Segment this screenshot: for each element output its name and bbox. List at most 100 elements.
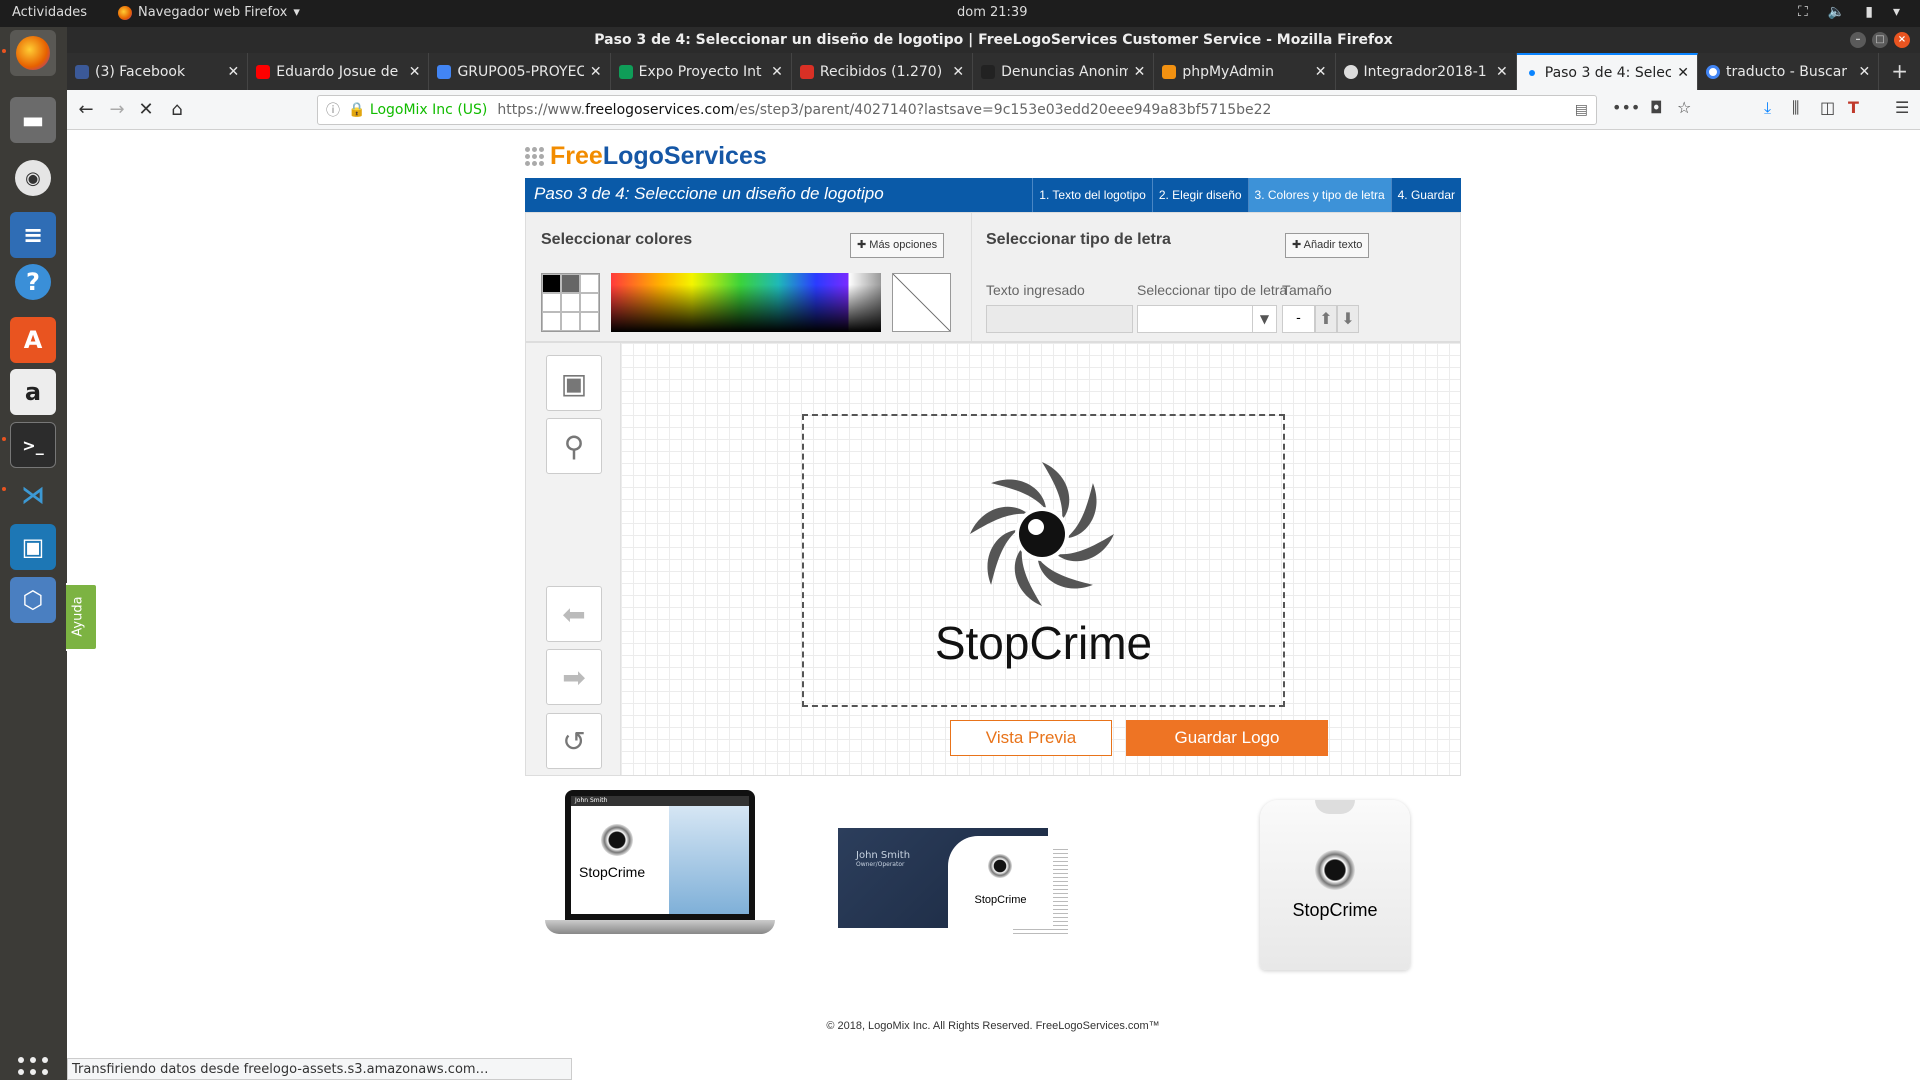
vscode-launcher[interactable]: ⋊ [10, 472, 56, 518]
url-bar[interactable]: ⓘ 🔒 LogoMix Inc (US) https://www.freelog… [317, 95, 1597, 125]
page-content: FreeLogoServices Paso 3 de 4: Seleccione… [67, 130, 1920, 1058]
reader-view-icon[interactable]: ▤ [1575, 102, 1588, 118]
menu-icon[interactable]: ☰ [1895, 98, 1909, 117]
close-tab-icon[interactable]: ✕ [1677, 65, 1689, 81]
rotate-icon: ↺ [562, 724, 586, 758]
font-select[interactable]: ▼ [1137, 305, 1277, 333]
close-tab-icon[interactable]: ✕ [1496, 64, 1508, 80]
step-2-link[interactable]: 2. Elegir diseño [1151, 178, 1248, 212]
step-3-link[interactable]: 3. Colores y tipo de letra [1247, 178, 1391, 212]
fonts-title: Seleccionar tipo de letra [986, 231, 1171, 248]
undo-button[interactable]: ⬅ [546, 586, 602, 642]
close-tab-icon[interactable]: ✕ [952, 64, 964, 80]
close-tab-icon[interactable]: ✕ [1134, 64, 1146, 80]
activities-button[interactable]: Actividades [12, 5, 87, 20]
size-down-button[interactable]: ⬇ [1337, 305, 1359, 333]
logo-text[interactable]: StopCrime [804, 616, 1283, 670]
terminal-launcher[interactable]: >_ [10, 422, 56, 468]
help-tab[interactable]: Ayuda [66, 583, 98, 651]
reset-button[interactable]: ↺ [546, 713, 602, 769]
step-4-link[interactable]: 4. Guardar [1390, 178, 1461, 212]
fonts-section: Seleccionar tipo de letra ✚ Añadir texto… [972, 213, 1462, 343]
zoom-tool-button[interactable]: ⚲ [546, 418, 602, 474]
site-identity[interactable]: 🔒 LogoMix Inc (US) [348, 102, 487, 118]
help-launcher[interactable]: ? [15, 264, 51, 300]
show-applications-button[interactable] [18, 1057, 48, 1080]
tab-google-drive[interactable]: Expo Proyecto Int ✕ [611, 53, 792, 90]
save-tool-button[interactable]: ▣ [546, 355, 602, 411]
close-tab-icon[interactable]: ✕ [1858, 64, 1870, 80]
home-button[interactable]: ⌂ [164, 98, 190, 122]
entered-text-label: Texto ingresado [986, 282, 1085, 298]
no-color-swatch[interactable] [892, 273, 951, 332]
tab-label: Integrador2018-1 [1363, 63, 1487, 80]
close-tab-icon[interactable]: ✕ [409, 64, 421, 80]
laptop-mockup: John Smith StopCrime [545, 790, 775, 970]
amazon-launcher[interactable]: a [10, 369, 56, 415]
gmail-icon [799, 64, 814, 79]
page-actions-icon[interactable]: ••• [1612, 98, 1640, 117]
close-tab-icon[interactable]: ✕ [771, 64, 783, 80]
color-spectrum-picker[interactable] [611, 273, 881, 332]
firefox-launcher[interactable] [10, 30, 56, 76]
forward-icon[interactable]: → [104, 98, 130, 122]
logo-selection-box[interactable]: StopCrime [802, 414, 1285, 707]
site-logo[interactable]: FreeLogoServices [525, 139, 767, 173]
new-tab-button[interactable]: + [1879, 53, 1920, 90]
tab-freelogoservices[interactable]: Paso 3 de 4: Selec ✕ [1516, 53, 1698, 90]
magnifier-icon: ⚲ [563, 429, 585, 463]
step-1-link[interactable]: 1. Texto del logotipo [1032, 178, 1152, 212]
minimize-button[interactable]: – [1850, 32, 1866, 48]
url-text[interactable]: https://www.freelogoservices.com/es/step… [497, 102, 1271, 118]
tab-youtube[interactable]: Eduardo Josue de ✕ [248, 53, 430, 90]
back-button[interactable]: ← [73, 98, 99, 122]
tab-label: Denuncias Anonim [1001, 63, 1128, 80]
tab-facebook[interactable]: (3) Facebook ✕ [67, 53, 249, 90]
rhythmbox-launcher[interactable]: ◉ [15, 160, 51, 196]
add-text-button[interactable]: ✚ Añadir texto [1285, 233, 1370, 258]
clock[interactable]: dom 21:39 [957, 5, 1027, 20]
more-options-button[interactable]: ✚ Más opciones [850, 233, 945, 258]
mask-icon [981, 64, 996, 79]
writer-launcher[interactable]: ≡ [10, 212, 56, 258]
color-swatches[interactable] [541, 273, 600, 332]
download-icon[interactable]: ⤓ [1764, 98, 1771, 118]
tab-gmail[interactable]: Recibidos (1.270) ✕ [792, 53, 974, 90]
site-identity-label: LogoMix Inc (US) [369, 102, 488, 118]
network-icon: ⛶ [1798, 4, 1808, 20]
tab-github[interactable]: Integrador2018-1 ✕ [1336, 53, 1517, 90]
entered-text-input[interactable] [986, 305, 1133, 333]
pocket-icon[interactable]: ◘ [1650, 98, 1663, 117]
system-tray[interactable]: ⛶ 🔈 ▮ ▾ [1798, 4, 1900, 20]
close-tab-icon[interactable]: ✕ [590, 64, 602, 80]
virtualbox-launcher[interactable]: ⬡ [10, 577, 56, 623]
navigation-toolbar: ← → ✕ ⌂ ⓘ 🔒 LogoMix Inc (US) https://www… [67, 90, 1920, 130]
redo-button[interactable]: ➡ [546, 649, 602, 705]
size-input[interactable]: - [1282, 305, 1315, 333]
tab-google-docs[interactable]: GRUPO05-PROYEC ✕ [429, 53, 611, 90]
stop-loading-button[interactable]: ✕ [133, 98, 159, 122]
tab-google-search[interactable]: traducto - Buscar ✕ [1698, 53, 1880, 90]
maximize-button[interactable]: □ [1872, 32, 1888, 48]
sidebar-icon[interactable]: ◫ [1820, 98, 1835, 117]
dots-icon [525, 146, 544, 166]
extension-icon[interactable]: T [1848, 98, 1859, 117]
files-launcher[interactable]: ▬ [10, 97, 56, 143]
software-launcher[interactable]: A [10, 317, 56, 363]
design-canvas[interactable]: StopCrime Vista Previa Guardar Logo [621, 343, 1460, 775]
tab-denuncias[interactable]: Denuncias Anonim ✕ [973, 53, 1155, 90]
size-up-button[interactable]: ⬆ [1315, 305, 1337, 333]
bookmark-star-icon[interactable]: ☆ [1677, 98, 1691, 117]
close-button[interactable]: × [1894, 32, 1910, 48]
app-menu[interactable]: Navegador web Firefox ▾ [118, 5, 300, 20]
info-icon[interactable]: ⓘ [326, 100, 340, 120]
preview-button[interactable]: Vista Previa [950, 720, 1112, 756]
tab-phpmyadmin[interactable]: phpMyAdmin ✕ [1154, 53, 1336, 90]
library-icon[interactable]: ⫼ [1792, 98, 1799, 118]
close-tab-icon[interactable]: ✕ [1315, 64, 1327, 80]
save-logo-button[interactable]: Guardar Logo [1126, 720, 1328, 756]
close-tab-icon[interactable]: ✕ [227, 64, 239, 80]
tab-label: Expo Proyecto Int [638, 63, 762, 80]
shopping-bag-icon: A [23, 326, 43, 354]
virtualbox-window-launcher[interactable]: ▣ [10, 524, 56, 570]
